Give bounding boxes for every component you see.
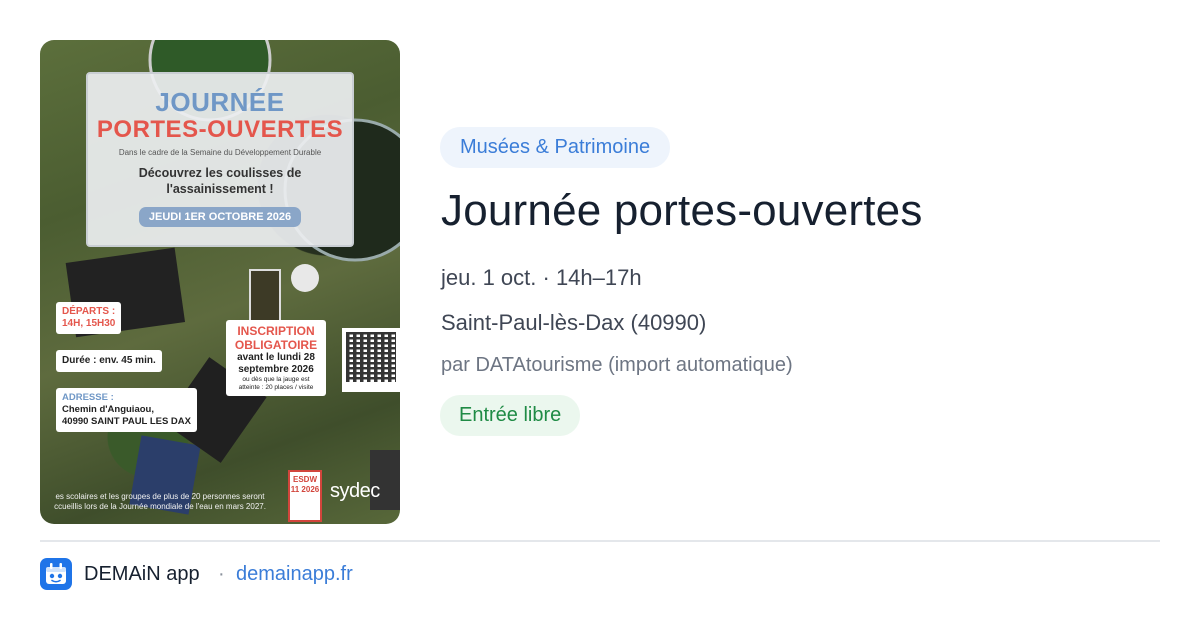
sydec-logo: sydec (330, 480, 380, 502)
event-poster-image[interactable]: JOURNÉE PORTES-OUVERTES Dans le cadre de… (40, 40, 400, 524)
poster-departs-label: DÉPARTS : (62, 306, 116, 317)
app-url-link[interactable]: demainapp.fr (236, 561, 353, 587)
event-share-card: JOURNÉE PORTES-OUVERTES Dans le cadre de… (0, 0, 1200, 630)
qr-code-icon (342, 328, 400, 392)
poster-inscription-deadline-1: avant le lundi 28 (237, 352, 315, 363)
poster-address-label: ADRESSE : (62, 392, 114, 403)
poster-address-box: ADRESSE : Chemin d'Anguiaou, 40990 SAINT… (56, 388, 197, 432)
poster-date-badge: JEUDI 1ER OCTOBRE 2026 (138, 207, 302, 227)
poster-tagline-line2: l'assainissement ! (166, 182, 274, 196)
event-title: Journée portes-ouvertes (441, 186, 923, 235)
poster-departs-box: DÉPARTS : 14H, 15H30 (56, 302, 122, 334)
category-badge[interactable]: Musées & Patrimoine (440, 127, 671, 168)
poster-title-line2: PORTES-OUVERTES (96, 116, 344, 143)
footer-separator: · (218, 563, 225, 585)
price-badge: Entrée libre (440, 395, 581, 436)
poster-inscription-note-2: atteinte : 20 places / visite (238, 384, 314, 391)
poster-inscription-box: INSCRIPTION OBLIGATOIRE avant le lundi 2… (226, 320, 326, 396)
event-location: Saint-Paul-lès-Dax (40990) (441, 310, 707, 335)
poster-duration-box: Durée : env. 45 min. (56, 350, 162, 372)
poster-address-line1: Chemin d'Anguiaou, (62, 404, 154, 415)
event-organizer: par DATAtourisme (import automatique) (441, 354, 793, 376)
event-datetime: jeu. 1 oct. · 14h–17h (441, 265, 642, 290)
poster-footer-line1: es scolaires et les groupes de plus de 2… (55, 492, 265, 501)
poster-inscription-note-1: ou dès que la jauge est (242, 376, 310, 383)
footer-divider (40, 540, 1160, 542)
poster-title-line1: JOURNÉE (155, 87, 285, 117)
poster-duration: Durée : env. 45 min. (62, 355, 156, 366)
poster-footer-note: es scolaires et les groupes de plus de 2… (40, 492, 280, 512)
esdw-logo: ESDW 11 2026 (288, 470, 322, 522)
poster-inscription-line2: OBLIGATOIRE (234, 338, 318, 352)
poster-tagline-line1: Découvrez les coulisses de (138, 166, 302, 180)
poster-subtitle: Dans le cadre de la Semaine du Développe… (118, 148, 322, 157)
app-logo-icon (40, 558, 72, 590)
poster-inscription-deadline-2: septembre 2026 (238, 364, 314, 375)
poster-address-line2: 40990 SAINT PAUL LES DAX (62, 416, 191, 427)
poster-header-panel: JOURNÉE PORTES-OUVERTES Dans le cadre de… (86, 72, 354, 247)
app-name: DEMAiN app (84, 563, 200, 585)
poster-departs-value: 14H, 15H30 (62, 318, 116, 329)
poster-tagline: Découvrez les coulisses de l'assainissem… (88, 165, 352, 197)
poster-inscription-line1: INSCRIPTION (237, 324, 315, 338)
poster-footer-line2: ccueillis lors de la Journée mondiale de… (54, 502, 266, 511)
